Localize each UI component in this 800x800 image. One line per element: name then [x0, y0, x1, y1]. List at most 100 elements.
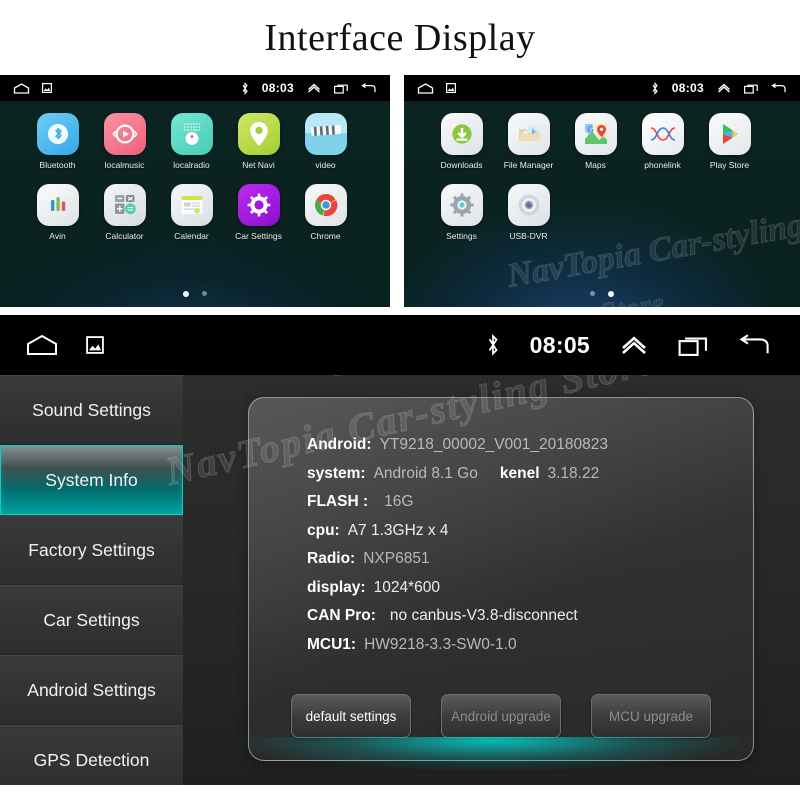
- calculator-app-icon: [103, 184, 146, 226]
- home-icon[interactable]: [417, 82, 434, 94]
- screen-1-app-row-1: Bluetooth localmusic localradio Net Navi…: [0, 113, 390, 170]
- app-label: Calculator: [105, 231, 144, 241]
- settings-body: Sound Settings System Info Factory Setti…: [0, 375, 800, 785]
- sidebar-item-label: GPS Detection: [33, 749, 150, 770]
- android-upgrade-button[interactable]: Android upgrade: [441, 694, 561, 738]
- app-label: Maps: [585, 160, 606, 170]
- app-calendar[interactable]: Calendar: [158, 184, 225, 241]
- screen-1-clock: 08:03: [261, 81, 294, 95]
- info-label: display:: [307, 578, 366, 596]
- recents-icon[interactable]: [678, 334, 708, 357]
- info-row-mcu1: MCU1: HW9218-3.3-SW0-1.0: [307, 636, 753, 654]
- app-label: Net Navi: [242, 160, 275, 170]
- pager-dot[interactable]: [202, 291, 207, 296]
- screenshot-icon[interactable]: [42, 83, 53, 94]
- info-row-flash: FLASH : 16G: [307, 493, 753, 511]
- sidebar-item-label: Android Settings: [27, 679, 156, 700]
- app-downloads[interactable]: Downloads: [428, 113, 495, 170]
- pager-dot[interactable]: [608, 291, 614, 297]
- screen-2-pager[interactable]: [404, 291, 800, 297]
- app-label: Play Store: [709, 160, 750, 170]
- usb-dvr-app-icon: [507, 184, 550, 226]
- screen-1-app-row-2: Avin Calculator Calendar Car Settings Ch…: [0, 184, 390, 241]
- app-usb-dvr[interactable]: USB-DVR: [495, 184, 562, 241]
- settings-sidebar: Sound Settings System Info Factory Setti…: [0, 375, 183, 785]
- app-label: Calendar: [174, 231, 209, 241]
- back-icon[interactable]: [361, 82, 376, 94]
- sidebar-item-label: System Info: [45, 469, 138, 490]
- app-chrome[interactable]: Chrome: [292, 184, 359, 241]
- recents-icon[interactable]: [334, 83, 348, 94]
- app-car-settings[interactable]: Car Settings: [225, 184, 292, 241]
- bluetooth-icon: [486, 333, 500, 357]
- pager-dot[interactable]: [183, 291, 189, 297]
- avin-app-icon: [36, 184, 79, 226]
- default-settings-button[interactable]: default settings: [291, 694, 411, 738]
- screenshot-icon[interactable]: [86, 336, 104, 354]
- info-value: NXP6851: [363, 550, 430, 567]
- screen-1-pager[interactable]: [0, 291, 390, 297]
- app-file-manager[interactable]: File Manager: [495, 113, 562, 170]
- app-calculator[interactable]: Calculator: [91, 184, 158, 241]
- chevron-up-icon[interactable]: [717, 83, 731, 93]
- main-clock: 08:05: [529, 331, 590, 358]
- app-bluetooth[interactable]: Bluetooth: [24, 113, 91, 170]
- back-icon[interactable]: [738, 333, 770, 357]
- screenshot-icon[interactable]: [446, 83, 457, 94]
- app-phonelink[interactable]: phonelink: [629, 113, 696, 170]
- device-screens-row: 08:03 Bluetooth localmusic localradio Ne…: [0, 75, 800, 307]
- sidebar-item-system-info[interactable]: System Info: [0, 445, 183, 515]
- app-label: localmusic: [104, 160, 145, 170]
- car-settings-app-icon: [237, 184, 280, 226]
- settings-app-icon: [440, 184, 483, 226]
- app-play-store[interactable]: Play Store: [696, 113, 763, 170]
- sidebar-item-factory-settings[interactable]: Factory Settings: [0, 515, 183, 585]
- downloads-app-icon: [440, 113, 483, 155]
- app-localmusic[interactable]: localmusic: [91, 113, 158, 170]
- info-label: FLASH :: [307, 493, 369, 510]
- maps-app-icon: G: [574, 113, 617, 155]
- recents-icon[interactable]: [744, 83, 758, 94]
- chevron-up-icon[interactable]: [620, 335, 648, 355]
- app-label: Car Settings: [235, 231, 282, 241]
- main-status-bar: 08:05: [0, 315, 800, 375]
- app-label: Bluetooth: [39, 160, 76, 170]
- sidebar-item-label: Sound Settings: [32, 399, 151, 420]
- bluetooth-icon: [241, 81, 249, 95]
- phonelink-app-icon: [641, 113, 684, 155]
- sidebar-item-gps-detection[interactable]: GPS Detection: [0, 725, 183, 785]
- app-net-navi[interactable]: Net Navi: [225, 113, 292, 170]
- system-info-rows: Android: YT9218_00002_V001_20180823 syst…: [249, 398, 753, 654]
- screens-divider: [390, 75, 404, 307]
- sidebar-item-sound-settings[interactable]: Sound Settings: [0, 375, 183, 445]
- bluetooth-icon: [651, 81, 659, 95]
- mcu-upgrade-button[interactable]: MCU upgrade: [591, 694, 711, 738]
- back-icon[interactable]: [771, 82, 786, 94]
- app-settings[interactable]: Settings: [428, 184, 495, 241]
- info-value: 16G: [384, 493, 414, 510]
- app-video[interactable]: video: [292, 113, 359, 170]
- screen-2-app-grid: Downloads File Manager G Maps phonelink …: [404, 101, 800, 307]
- pager-dot[interactable]: [590, 291, 595, 296]
- home-icon[interactable]: [24, 334, 60, 356]
- home-icon[interactable]: [13, 82, 30, 94]
- app-avin[interactable]: Avin: [24, 184, 91, 241]
- radio-app-icon: [170, 113, 213, 155]
- bluetooth-app-icon: [36, 113, 79, 155]
- sidebar-item-android-settings[interactable]: Android Settings: [0, 655, 183, 725]
- page-title: Interface Display: [264, 16, 536, 59]
- info-label: cpu:: [307, 521, 340, 539]
- sidebar-item-car-settings[interactable]: Car Settings: [0, 585, 183, 655]
- app-localradio[interactable]: localradio: [158, 113, 225, 170]
- screen-2-app-row-2: Settings USB-DVR: [404, 184, 800, 241]
- info-label: Radio:: [307, 550, 356, 567]
- app-maps[interactable]: G Maps: [562, 113, 629, 170]
- app-label: Avin: [49, 231, 66, 241]
- info-value: A7 1.3GHz x 4: [347, 521, 449, 539]
- app-label: video: [315, 160, 336, 170]
- info-value: YT9218_00002_V001_20180823: [379, 436, 608, 453]
- chevron-up-icon[interactable]: [307, 83, 321, 93]
- info-label: MCU1:: [307, 635, 357, 653]
- device-screen-1: 08:03 Bluetooth localmusic localradio Ne…: [0, 75, 390, 307]
- screen-2-app-row-1: Downloads File Manager G Maps phonelink …: [404, 113, 800, 170]
